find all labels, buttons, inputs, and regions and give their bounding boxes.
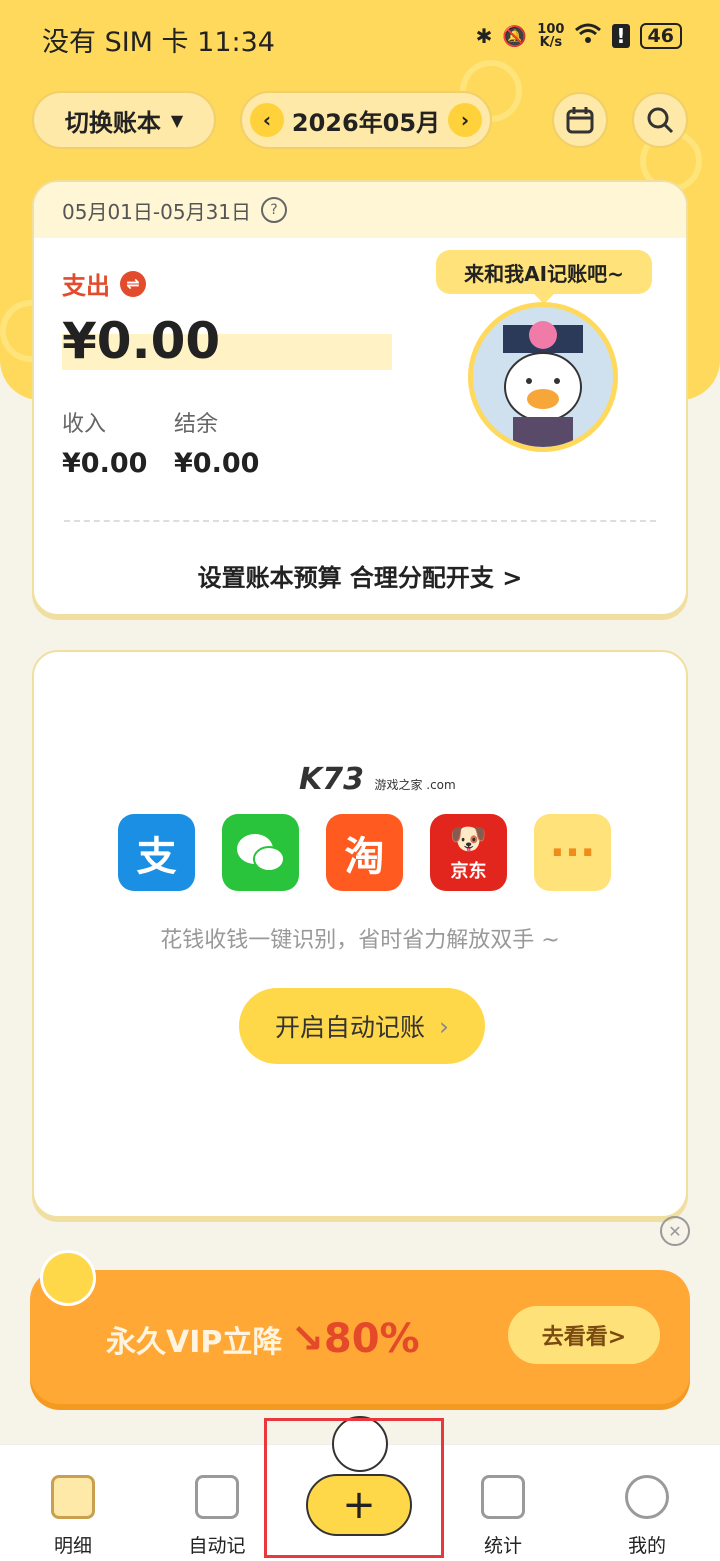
- enable-auto-record-label: 开启自动记账: [274, 1013, 425, 1042]
- network-speed: 100 K/s: [537, 21, 565, 50]
- promo-go-button[interactable]: 去看看>: [508, 1306, 660, 1364]
- calendar-button[interactable]: [552, 92, 608, 148]
- carrier-time: 没有 SIM 卡 11:34: [42, 27, 275, 58]
- profile-mascot-icon: [625, 1475, 669, 1519]
- expense-value: ¥0.00: [62, 312, 221, 370]
- watermark-logo: K73 游戏之家 .com: [299, 762, 456, 797]
- mute-bell-icon: 🔕: [502, 23, 528, 48]
- search-icon: [647, 107, 674, 134]
- help-icon[interactable]: ?: [261, 197, 288, 223]
- month-label: 2026年05月: [291, 108, 441, 137]
- promo-title: 永久VIP立降: [106, 1325, 283, 1360]
- notebook-icon: [195, 1475, 239, 1519]
- tab-stats-label: 统计: [483, 1535, 522, 1557]
- summary-card: 05月01日-05月31日 ? 支出 ⇌ ¥0.00 收入 ¥0.00 结余 ¥…: [32, 180, 688, 616]
- ai-mascot-avatar[interactable]: [468, 302, 618, 452]
- promo-text: 永久VIP立降 ↘80%: [106, 1316, 420, 1362]
- prev-month-button[interactable]: ‹: [250, 103, 284, 137]
- enable-auto-record-button[interactable]: 开启自动记账 ›: [239, 988, 485, 1064]
- switch-book-label: 切换账本: [64, 108, 161, 137]
- app-list: 支 淘 🐶 京东 ···: [118, 814, 611, 891]
- income-label: 收入: [62, 412, 107, 437]
- auto-record-hint: 花钱收钱一键识别，省时省力解放双手 ~: [160, 928, 560, 953]
- tab-detail-label: 明细: [53, 1535, 92, 1557]
- budget-link[interactable]: 设置账本预算 合理分配开支 >: [34, 558, 686, 593]
- month-selector: ‹ 2026年05月 ›: [240, 91, 492, 149]
- next-month-button[interactable]: ›: [447, 103, 482, 137]
- bluetooth-icon: ✱: [475, 23, 493, 48]
- tab-auto[interactable]: 自动记: [162, 1459, 272, 1558]
- date-range: 05月01日-05月31日: [62, 199, 252, 224]
- expense-toggle[interactable]: 支出 ⇌: [62, 266, 146, 301]
- wechat-icon[interactable]: [222, 814, 299, 891]
- ai-bubble[interactable]: 来和我AI记账吧~: [436, 250, 652, 304]
- detail-icon: [51, 1475, 95, 1519]
- tab-detail[interactable]: 明细: [18, 1459, 128, 1558]
- tab-auto-label: 自动记: [188, 1535, 246, 1557]
- jd-icon[interactable]: 🐶 京东: [430, 814, 507, 891]
- balance-label: 结余: [174, 412, 219, 437]
- stats-calendar-icon: [481, 1475, 525, 1519]
- balance-value: ¥0.00: [174, 448, 260, 479]
- battery-icon: 46: [639, 22, 682, 49]
- wifi-icon: [574, 22, 602, 49]
- caret-down-icon: ▼: [170, 110, 184, 130]
- calendar-icon: [566, 107, 594, 134]
- date-range-bar: 05月01日-05月31日 ?: [34, 182, 686, 238]
- vip-promo-banner[interactable]: 永久VIP立降 ↘80% 去看看>: [30, 1270, 690, 1404]
- tab-mine-label: 我的: [627, 1535, 666, 1557]
- status-bar: 没有 SIM 卡 11:34 ✱ 🔕 100 K/s ! 46: [0, 0, 720, 72]
- tab-stats[interactable]: 统计: [448, 1459, 558, 1558]
- chevron-right-icon: ›: [439, 1011, 449, 1041]
- swap-icon: ⇌: [120, 270, 146, 297]
- alipay-icon[interactable]: 支: [118, 814, 195, 891]
- divider: [64, 520, 656, 522]
- more-apps-icon[interactable]: ···: [534, 814, 611, 891]
- search-button[interactable]: [632, 92, 688, 148]
- taobao-icon[interactable]: 淘: [326, 814, 403, 891]
- expense-label: 支出: [62, 272, 110, 300]
- promo-percent: ↘80%: [290, 1316, 420, 1362]
- income-value: ¥0.00: [62, 448, 148, 479]
- auto-record-card: K73 游戏之家 .com 支 淘 🐶 京东 ··· 花钱收钱一键识别，省时省力解…: [32, 650, 688, 1218]
- flower-mascot-icon: [40, 1250, 96, 1306]
- close-banner-icon[interactable]: ✕: [660, 1216, 690, 1246]
- alert-icon: !: [612, 23, 630, 48]
- tab-mine[interactable]: 我的: [592, 1459, 702, 1558]
- highlight-box: [264, 1418, 444, 1558]
- switch-book-button[interactable]: 切换账本 ▼: [32, 91, 216, 149]
